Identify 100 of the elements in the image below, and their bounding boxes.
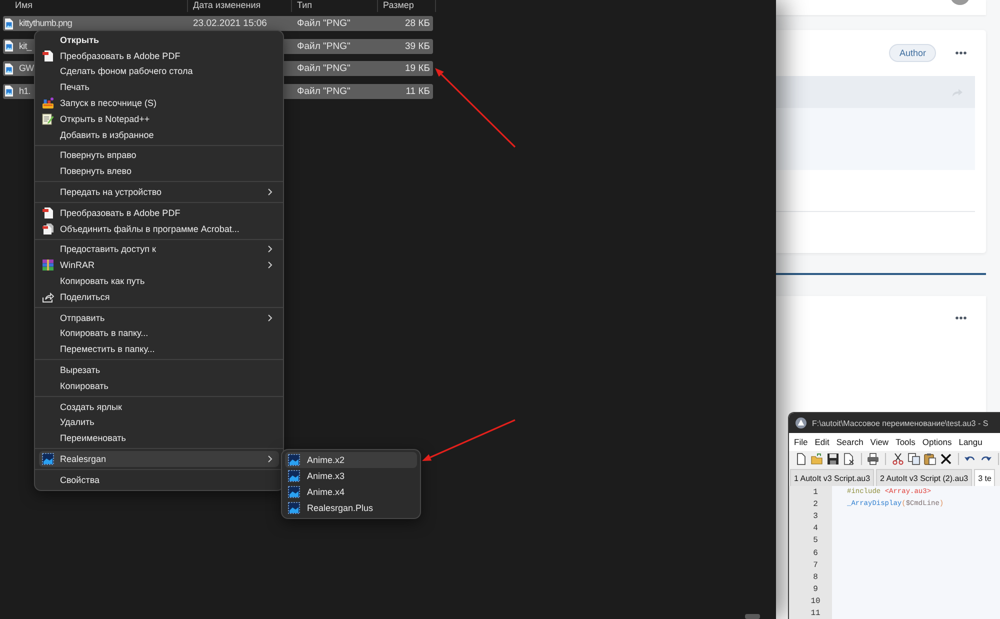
window-title: F:\autoit\Массовое переименование\test.au3 - S — [812, 418, 988, 428]
notepad-icon — [42, 112, 54, 125]
line-number: 10 — [810, 597, 822, 606]
menu-item[interactable]: Anime.x3 — [285, 468, 417, 484]
close-file-icon[interactable] — [843, 453, 855, 465]
file-type: Файл "PNG" — [297, 40, 350, 52]
image-file-icon — [4, 62, 14, 74]
menu-item[interactable]: Повернуть влево — [39, 163, 279, 180]
column-header[interactable]: Размер — [378, 0, 436, 12]
line-number: 9 — [812, 585, 819, 594]
menu-item[interactable]: View — [869, 437, 890, 447]
menu-item[interactable]: Печать — [39, 79, 279, 96]
menu-item[interactable]: Anime.x2 — [285, 452, 417, 468]
line-number: 3 — [812, 512, 819, 521]
menu-item[interactable]: Options — [921, 437, 953, 447]
avatar-icon — [950, 0, 970, 5]
delete-icon[interactable] — [940, 453, 952, 465]
file-size: 28 КБ — [405, 18, 430, 29]
menu-item[interactable]: WinRAR — [39, 257, 279, 274]
menu-item[interactable]: Добавить в избранное — [39, 126, 279, 143]
column-header[interactable]: Тип — [292, 0, 378, 12]
cut-icon[interactable] — [892, 453, 904, 465]
picture-icon — [288, 454, 300, 466]
line-number: 5 — [812, 536, 819, 546]
file-name: kit_ — [19, 40, 32, 52]
menu-item[interactable]: Вырезать — [39, 362, 279, 378]
file-name: GW — [19, 63, 34, 74]
menu-item[interactable]: Передать на устройство — [39, 184, 279, 200]
sandbox-icon — [42, 97, 54, 110]
image-file-icon — [4, 18, 14, 30]
pdf-file-icon — [42, 206, 54, 219]
menu-item[interactable]: Создать ярлык — [39, 398, 279, 415]
file-type: Файл "PNG" — [297, 63, 350, 74]
more-options-icon[interactable] — [955, 51, 967, 55]
picture-icon — [42, 453, 54, 466]
menu-item[interactable]: Отправить — [39, 310, 279, 326]
copy-icon[interactable] — [908, 453, 920, 465]
menu-item[interactable]: Tools — [894, 437, 916, 447]
picture-icon — [288, 502, 300, 514]
menu-item[interactable]: Предоставить доступ к — [39, 242, 279, 258]
menu-item[interactable]: Копировать в папку... — [39, 326, 279, 342]
menu-item[interactable]: Запуск в песочнице (S) — [39, 95, 279, 111]
file-size: 19 КБ — [405, 63, 430, 74]
menu-item[interactable]: Переместить в папку... — [39, 341, 279, 358]
menu-item[interactable]: Открыть — [39, 32, 279, 48]
line-number: 4 — [812, 524, 819, 534]
save-icon[interactable] — [827, 453, 839, 465]
menu-item[interactable]: Realesrgan.Plus — [285, 500, 417, 516]
menu-item[interactable]: Преобразовать в Adobe PDF — [39, 48, 279, 64]
menu-item[interactable]: Копировать как путь — [39, 273, 279, 289]
menu-item[interactable]: Поделиться — [39, 288, 279, 305]
print-icon[interactable] — [867, 453, 880, 465]
picture-icon — [288, 470, 300, 482]
share-icon — [42, 290, 54, 303]
line-number: 8 — [812, 572, 819, 582]
line-number: 7 — [812, 560, 819, 570]
menu-item[interactable]: Edit — [814, 437, 830, 447]
paste-icon[interactable] — [924, 453, 936, 465]
menu-item[interactable]: Переименовать — [39, 430, 279, 446]
file-row[interactable]: kittythumb.png 23.02.2021 15:06 Файл "PNG" 28 КБ — [3, 16, 433, 31]
pdf-file-icon — [42, 50, 54, 62]
file-type: Файл "PNG" — [297, 18, 350, 29]
line-number: 2 — [812, 500, 819, 509]
editor-tab[interactable]: 2 AutoIt v3 Script (2).au3 — [876, 469, 972, 486]
line-number: 11 — [810, 609, 822, 618]
file-size: 11 КБ — [406, 86, 430, 96]
menu-item[interactable]: Langu — [958, 437, 984, 447]
menu-item[interactable]: File — [793, 437, 809, 447]
author-badge: Author — [889, 44, 936, 62]
editor-tab[interactable]: 3 te — [974, 469, 996, 486]
new-file-icon[interactable] — [795, 453, 807, 465]
books-icon — [42, 259, 54, 272]
file-type: Файл "PNG" — [297, 86, 350, 96]
menu-item[interactable]: Копировать — [39, 378, 279, 394]
menu-item[interactable]: Объединить файлы в программе Acrobat... — [39, 220, 279, 237]
line-number: 6 — [812, 548, 819, 558]
column-header[interactable]: Имя — [0, 0, 188, 12]
menu-item[interactable]: Anime.x4 — [285, 484, 417, 500]
more-options-icon[interactable] — [955, 316, 967, 320]
menu-item[interactable]: Свойства — [39, 472, 279, 488]
menu-item[interactable]: Сделать фоном рабочего стола — [39, 64, 279, 80]
picture-icon — [288, 486, 300, 498]
app-logo-icon — [795, 417, 807, 429]
image-file-icon — [4, 40, 14, 52]
folder-icon[interactable] — [811, 453, 823, 465]
menu-item[interactable]: Удалить — [39, 414, 279, 430]
line-number: 1 — [812, 488, 819, 497]
column-header[interactable]: Дата изменения — [188, 0, 292, 12]
editor-tab[interactable]: 1 AutoIt v3 Script.au3 — [790, 469, 874, 486]
menu-item[interactable]: Search — [835, 437, 864, 447]
menu-item[interactable]: Realesrgan — [39, 451, 279, 467]
menu-item[interactable]: Преобразовать в Adobe PDF — [39, 204, 279, 221]
menu-item[interactable]: Открыть в Notepad++ — [39, 110, 279, 127]
menu-item[interactable]: Повернуть вправо — [39, 148, 279, 164]
scrollbar-thumb[interactable] — [745, 614, 760, 619]
pdf-files-icon — [42, 222, 54, 235]
file-date: 23.02.2021 15:06 — [193, 18, 267, 29]
file-name: h1. — [19, 86, 30, 96]
file-name: kittythumb.png — [19, 18, 72, 29]
image-file-icon — [4, 85, 14, 97]
